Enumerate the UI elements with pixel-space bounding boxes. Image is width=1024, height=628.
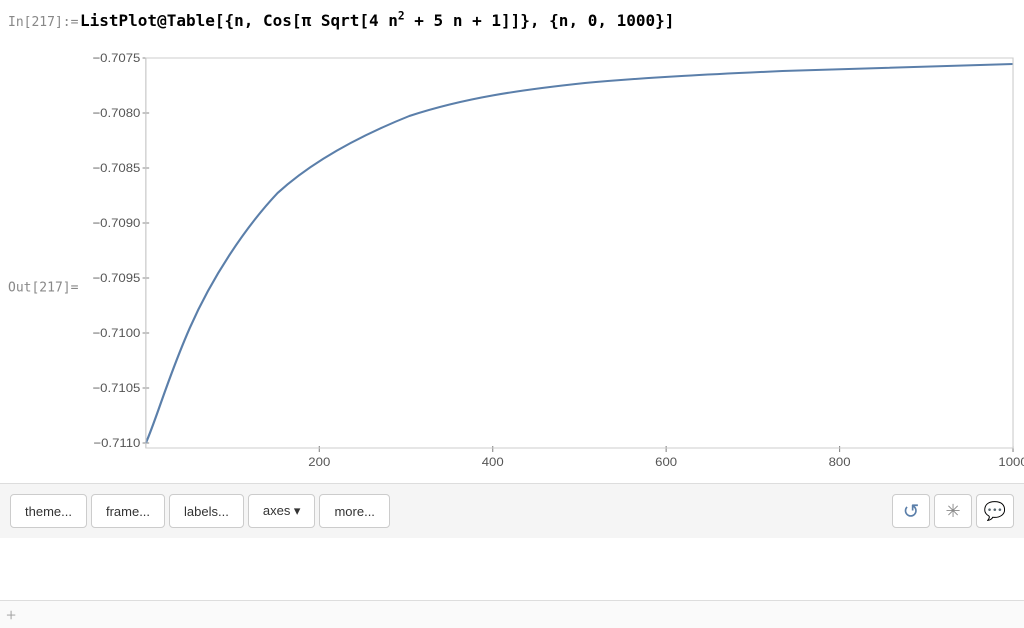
svg-text:−0.7085: −0.7085 <box>92 162 140 175</box>
svg-text:−0.7105: −0.7105 <box>92 382 140 395</box>
toolbar: theme... frame... labels... axes ▾ more.… <box>0 483 1024 538</box>
axes-button[interactable]: axes ▾ <box>248 494 316 528</box>
theme-label: theme... <box>25 504 72 519</box>
more-label: more... <box>334 504 374 519</box>
svg-text:200: 200 <box>308 456 330 469</box>
frame-button[interactable]: frame... <box>91 494 165 528</box>
input-code: ListPlot@Table[{n, Cos[π Sqrt[4 n2 + 5 n… <box>80 10 1024 30</box>
labels-button[interactable]: labels... <box>169 494 244 528</box>
add-cell-button[interactable]: + <box>6 606 16 624</box>
svg-text:600: 600 <box>655 456 677 469</box>
chat-icon: 💬 <box>984 501 1006 522</box>
svg-text:800: 800 <box>829 456 851 469</box>
plot-curve <box>146 64 1013 443</box>
plot-container: Out[217]= −0.7075 −0.7080 −0.7085 −0.709… <box>0 38 1024 538</box>
svg-text:−0.7090: −0.7090 <box>92 217 140 230</box>
chart-wrapper: −0.7075 −0.7080 −0.7085 −0.7090 −0.7095 … <box>80 48 1024 478</box>
svg-text:400: 400 <box>482 456 504 469</box>
svg-text:−0.7075: −0.7075 <box>92 52 140 65</box>
refresh-button[interactable]: ↺ <box>892 494 930 528</box>
frame-label: frame... <box>106 504 150 519</box>
svg-text:1000: 1000 <box>998 456 1024 469</box>
svg-text:−0.7080: −0.7080 <box>92 107 140 120</box>
input-line: In[217]:= ListPlot@Table[{n, Cos[π Sqrt[… <box>0 0 1024 38</box>
code-text: ListPlot@Table[{n, Cos[π Sqrt[4 n2 + 5 n… <box>80 11 674 30</box>
more-button[interactable]: more... <box>319 494 389 528</box>
labels-label: labels... <box>184 504 229 519</box>
chat-button[interactable]: 💬 <box>976 494 1014 528</box>
svg-text:−0.7095: −0.7095 <box>92 272 140 285</box>
axes-label: axes ▾ <box>263 503 301 519</box>
chart-svg: −0.7075 −0.7080 −0.7085 −0.7090 −0.7095 … <box>80 48 1024 478</box>
refresh-icon: ↺ <box>903 499 920 524</box>
svg-text:−0.7110: −0.7110 <box>93 437 140 450</box>
theme-button[interactable]: theme... <box>10 494 87 528</box>
input-label: In[217]:= <box>0 15 80 30</box>
svg-text:−0.7100: −0.7100 <box>92 327 140 340</box>
bottom-bar: + <box>0 600 1024 628</box>
settings-button[interactable]: ✳ <box>934 494 972 528</box>
output-label: Out[217]= <box>8 281 78 296</box>
settings-icon: ✳ <box>945 501 960 522</box>
